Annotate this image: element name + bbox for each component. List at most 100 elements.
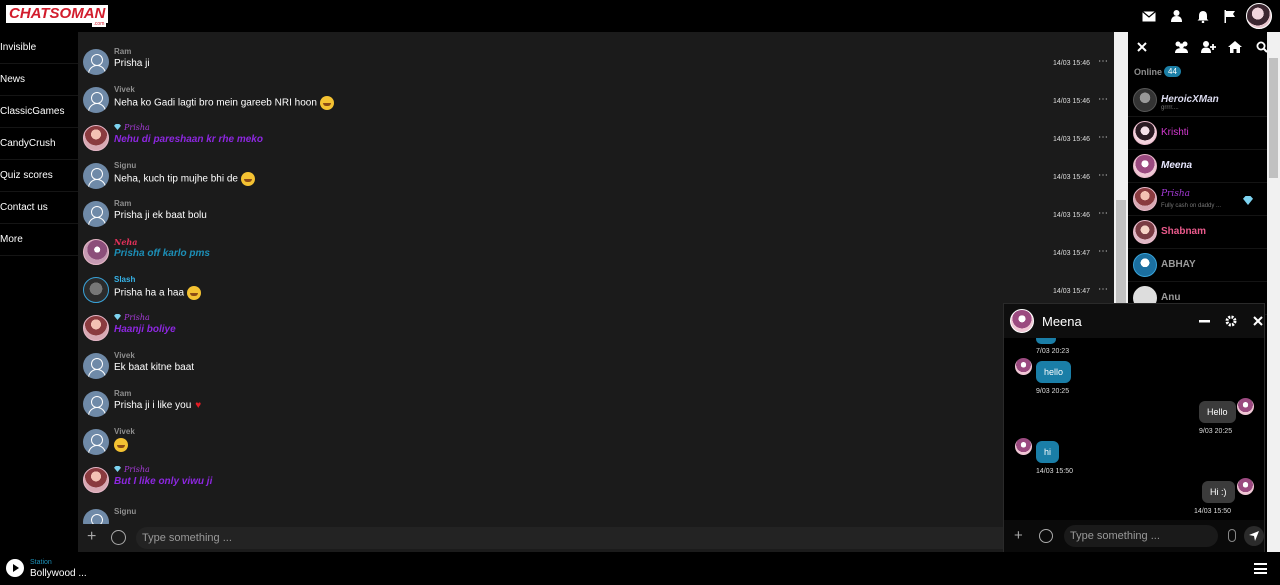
chat-message: Slash Prisha ha a haa 14/03 15:47 ⋯ [78, 274, 1114, 312]
message-text: Prisha ha a haa [114, 286, 202, 300]
online-user[interactable]: HeroicXMan grrrr.... [1128, 84, 1267, 117]
profile-avatar[interactable] [1246, 3, 1272, 29]
message-author[interactable]: Signu [114, 507, 136, 516]
nav-item-candy-crush[interactable]: CandyCrush [0, 128, 78, 160]
user-avatar[interactable] [83, 87, 109, 113]
user-avatar[interactable] [83, 239, 109, 265]
bell-icon[interactable] [1195, 8, 1211, 24]
message-author[interactable]: Slash [114, 275, 135, 284]
message-options-icon[interactable]: ⋯ [1098, 246, 1108, 257]
private-chat-window: Meena 7/03 20:23 hello 9/03 20:25 Hello … [1003, 303, 1265, 552]
user-avatar[interactable] [83, 277, 109, 303]
chat-message: Vivek [78, 426, 1114, 464]
site-logo[interactable]: CHATSOMAN .com [6, 5, 109, 27]
online-user[interactable]: ABHAY [1128, 249, 1267, 282]
station-name[interactable]: Bollywood ... [30, 568, 87, 579]
sender-avatar [1237, 478, 1254, 495]
main-message-input[interactable] [136, 527, 1106, 549]
online-user[interactable]: Prisha Fully cash on daddy ... [1128, 183, 1267, 216]
message-time: 14/03 15:46 [1053, 136, 1090, 143]
message-author[interactable]: Prisha [114, 313, 150, 322]
message-author[interactable]: Signu [114, 161, 136, 170]
nav-item-contact-us[interactable]: Contact us [0, 192, 78, 224]
home-icon[interactable] [1227, 39, 1243, 55]
private-chat-header[interactable]: Meena [1004, 304, 1264, 338]
online-user-name: Anu [1161, 292, 1181, 303]
user-avatar [1133, 154, 1157, 178]
message-author[interactable]: Vivek [114, 351, 135, 360]
message-author[interactable]: Prisha [114, 123, 150, 132]
user-avatar[interactable] [83, 353, 109, 379]
message-text: Haanji boliye [114, 324, 176, 335]
message-author[interactable]: Ram [114, 389, 131, 398]
diamond-icon [114, 124, 121, 130]
message-options-icon[interactable]: ⋯ [1098, 284, 1108, 295]
user-avatar[interactable] [83, 49, 109, 75]
message-options-icon[interactable]: ⋯ [1098, 132, 1108, 143]
chat-message: Signu Neha, kuch tip mujhe bhi de 14/03 … [78, 160, 1114, 198]
message-time: 14/03 15:46 [1053, 98, 1090, 105]
friends-icon[interactable] [1173, 39, 1189, 55]
nav-item-quiz-scores[interactable]: Quiz scores [0, 160, 78, 192]
user-avatar[interactable] [83, 315, 109, 341]
user-avatar [1133, 121, 1157, 145]
user-avatar[interactable] [83, 125, 109, 151]
online-user[interactable]: Krishti [1128, 117, 1267, 150]
emoji-icon[interactable] [111, 530, 126, 545]
nav-item-news[interactable]: News [0, 64, 78, 96]
user-avatar [1133, 220, 1157, 244]
user-avatar[interactable] [83, 201, 109, 227]
right-scrollbar[interactable] [1267, 32, 1280, 552]
nav-item-invisible[interactable]: Invisible [0, 32, 78, 64]
message-options-icon[interactable]: ⋯ [1098, 94, 1108, 105]
online-user[interactable]: Shabnam [1128, 216, 1267, 249]
user-avatar[interactable] [83, 509, 109, 524]
chat-message: Neha Prisha off karlo pms 14/03 15:47 ⋯ [78, 236, 1114, 274]
close-icon[interactable] [1134, 39, 1150, 55]
chat-message: Ram Prisha ji i like you ♥ [78, 388, 1114, 426]
user-avatar[interactable] [83, 391, 109, 417]
minimize-icon[interactable] [1197, 314, 1211, 328]
emoji-icon[interactable] [1039, 529, 1053, 543]
message-text: But I like only viwu ji [114, 476, 213, 487]
scrollbar-thumb[interactable] [1269, 58, 1278, 178]
online-user[interactable]: Meena [1128, 150, 1267, 183]
message-options-icon[interactable]: ⋯ [1098, 56, 1108, 67]
message-author[interactable]: Vivek [114, 427, 135, 436]
main-chat-log[interactable]: Ram Prisha ji 14/03 15:46 ⋯ Vivek Neha k… [78, 32, 1114, 524]
message-author[interactable]: Vivek [114, 85, 135, 94]
add-user-icon[interactable] [1200, 39, 1216, 55]
user-avatar[interactable] [83, 467, 109, 493]
gear-icon[interactable] [1224, 314, 1238, 328]
play-button[interactable] [6, 559, 24, 577]
message-author[interactable]: Prisha [114, 465, 150, 474]
message-author[interactable]: Ram [114, 199, 131, 208]
menu-icon[interactable] [1254, 563, 1267, 574]
online-user-status: Fully cash on daddy ... [1161, 203, 1222, 209]
message-time: 14/03 15:46 [1053, 174, 1090, 181]
plus-icon[interactable]: + [87, 528, 96, 546]
nav-item-classic-games[interactable]: ClassicGames [0, 96, 78, 128]
private-chat-messages[interactable]: 7/03 20:23 hello 9/03 20:25 Hello 9/03 2… [1004, 338, 1264, 520]
envelope-icon[interactable] [1141, 8, 1157, 24]
plus-icon[interactable]: + [1014, 527, 1023, 544]
nav-item-more[interactable]: More [0, 224, 78, 256]
user-icon[interactable] [1168, 8, 1184, 24]
flag-icon[interactable] [1222, 8, 1238, 24]
private-message-input[interactable] [1064, 525, 1218, 547]
online-user-status: grrrr.... [1161, 105, 1179, 111]
chat-message: Prisha Haanji boliye [78, 312, 1114, 350]
user-avatar[interactable] [83, 429, 109, 455]
message-options-icon[interactable]: ⋯ [1098, 170, 1108, 181]
bubble-time: 14/03 15:50 [1036, 468, 1073, 475]
message-author[interactable]: Neha [114, 237, 137, 247]
chat-bubble-incoming [1036, 338, 1056, 344]
user-avatar[interactable] [83, 163, 109, 189]
private-chat-avatar[interactable] [1010, 309, 1034, 333]
microphone-icon[interactable] [1228, 529, 1236, 542]
message-options-icon[interactable]: ⋯ [1098, 208, 1108, 219]
close-icon[interactable] [1251, 314, 1265, 328]
thinking-emoji-icon [240, 172, 255, 186]
message-author[interactable]: Ram [114, 47, 131, 56]
send-button[interactable] [1244, 526, 1264, 546]
